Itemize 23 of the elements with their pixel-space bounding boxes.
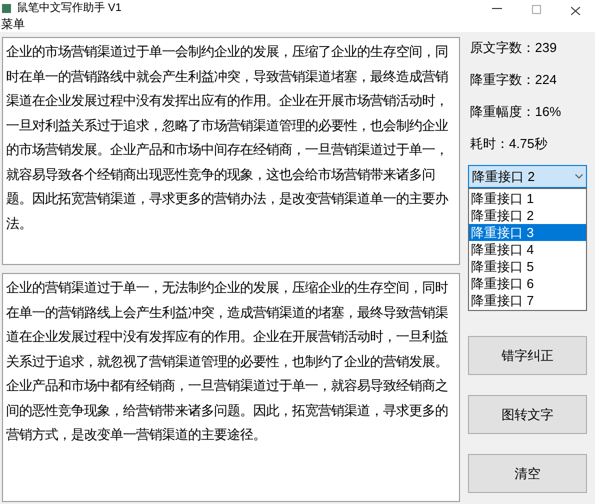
maximize-icon[interactable] xyxy=(532,5,541,14)
stat-label: 原文字数：239 xyxy=(470,39,558,57)
dropdown-option[interactable]: 降重接口 1 xyxy=(469,190,586,207)
app-icon xyxy=(2,4,11,13)
interface-select[interactable]: 降重接口 2 xyxy=(468,165,587,188)
action-button[interactable]: 图转文字 xyxy=(468,395,587,434)
source-text-area[interactable]: 企业的市场营销渠道过于单一会制约企业的发展，压缩了企业的生存空间，同时在单一的营销路线中就会产生利益冲突，导致营销渠道堵塞，最终造成营销渠道在企业发展过程中没有发挥出应有的作用。企业在开展市场营销活动时，一旦对利益关系过于追求，忽略了市场营销渠道管理的必要性，也会制约企业的市场营销发展。企业产品和市场中间存在经销商，一旦营销渠道过于单一，就容易导致各个经销商出现恶性竞争的现象，这也会给市场营销带来诸多问题。因此拓宽营销渠道，寻求更多的营销办法，是改变营销渠道单一的主要办法。 xyxy=(2,37,460,265)
dropdown-option[interactable]: 降重接口 6 xyxy=(469,275,586,292)
window-title: 鼠笔中文写作助手 V1 xyxy=(17,1,122,15)
stat-label: 耗时：4.75秒 xyxy=(470,135,548,153)
result-text-area[interactable]: 企业的营销渠道过于单一，无法制约企业的发展，压缩企业的生存空间，同时在单一的营销路线上会产生利益冲突，造成营销渠道的堵塞，最终导致营销渠道在企业发展过程中没有发挥应有的作用。企业在开展营销活动时，一旦利益关系过于追求，就忽视了营销渠道管理的必要性，也制约了企业的营销发展。企业产品和市场中都有经销商，一旦营销渠道过于单一，就容易导致经销商之间的恶性竞争现象，给营销带来诸多问题。因此，拓宽营销渠道，寻求更多的营销方式，是改变单一营销渠道的主要途径。 xyxy=(2,273,460,502)
action-button[interactable]: 清空 xyxy=(468,454,587,493)
dropdown-option[interactable]: 降重接口 5 xyxy=(469,258,586,275)
dropdown-option[interactable]: 降重接口 4 xyxy=(469,241,586,258)
dropdown-option[interactable]: 降重接口 2 xyxy=(469,207,586,224)
menu-item[interactable]: 菜单 xyxy=(0,14,26,32)
stat-label: 降重字数：224 xyxy=(470,71,558,89)
dropdown-option[interactable]: 降重接口 7 xyxy=(469,292,586,309)
chevron-down-icon xyxy=(575,174,583,179)
dropdown-option[interactable]: 降重接口 3 xyxy=(469,224,586,241)
action-button[interactable]: 错字纠正 xyxy=(468,336,587,375)
stat-label: 降重幅度：16% xyxy=(470,103,562,121)
close-icon[interactable] xyxy=(571,7,581,15)
